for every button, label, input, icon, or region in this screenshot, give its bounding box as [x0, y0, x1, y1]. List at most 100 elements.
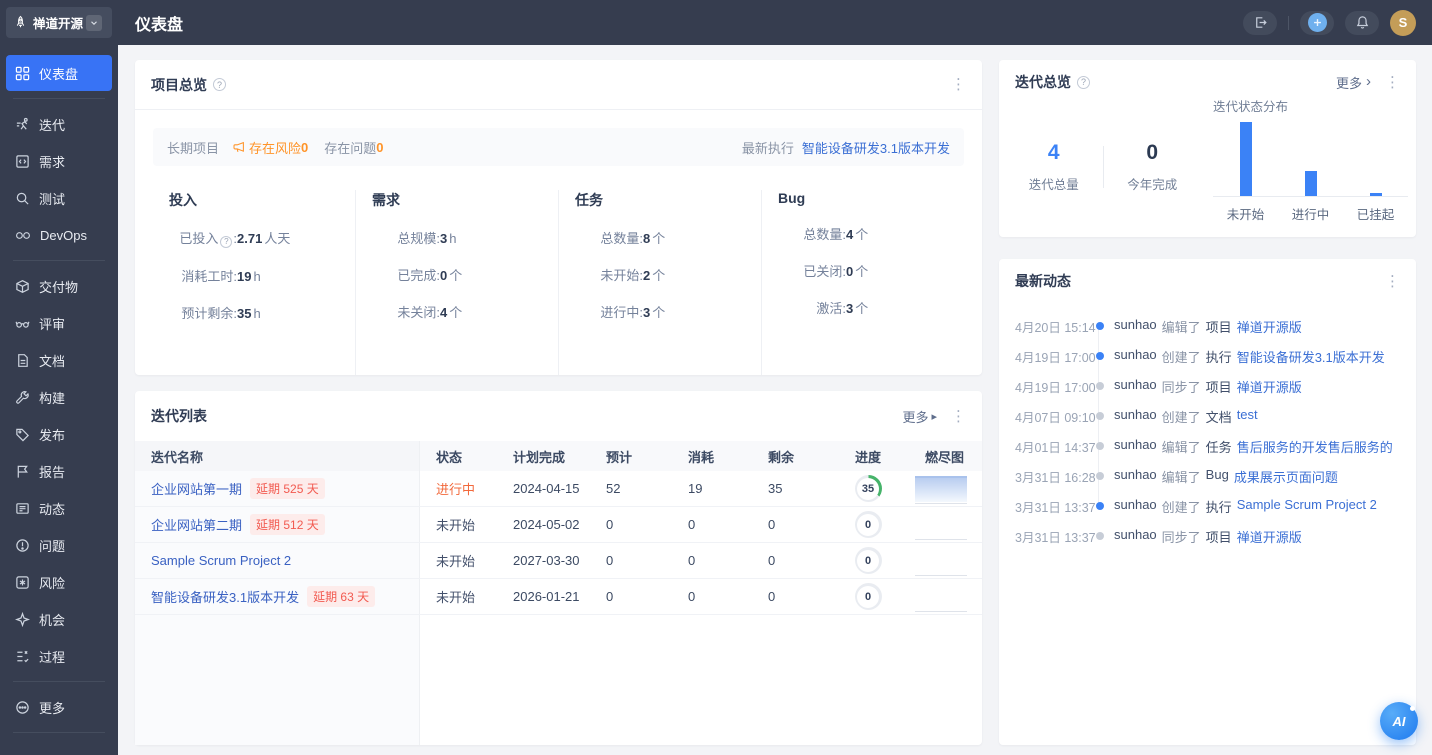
sidebar-item-story[interactable]: 需求	[0, 143, 118, 179]
sidebar-item-more[interactable]: 更多	[0, 689, 118, 725]
status-bar-label: 未开始	[1213, 204, 1278, 223]
iteration-link[interactable]: 智能设备研发3.1版本开发	[151, 587, 299, 606]
iteration-link[interactable]: 企业网站第一期	[151, 479, 242, 498]
feed-item: 3月31日 16:28 sunhao 编辑了 Bug 成果展示页面问题	[1015, 461, 1402, 491]
feed-time: 4月01日 14:37	[1015, 437, 1092, 456]
activity-feed-panel: 最新动态 4月20日 15:14 sunhao 编辑了 项目 禅道开源版	[999, 259, 1416, 745]
more-link[interactable]: 更多	[1336, 73, 1371, 92]
package-icon	[15, 279, 30, 294]
feed-item: 4月19日 17:00 sunhao 创建了 执行 智能设备研发3.1版本开发	[1015, 341, 1402, 371]
progress-ring: 0	[855, 583, 882, 610]
iteration-row[interactable]: 智能设备研发3.1版本开发 延期 63 天 未开始 2026-01-21 0 0…	[135, 579, 982, 615]
iteration-row[interactable]: 企业网站第二期 延期 512 天 未开始 2024-05-02 0 0 0 0	[135, 507, 982, 543]
sidebar-divider	[13, 260, 105, 261]
stat-total-iterations: 4 迭代总量	[1005, 141, 1103, 193]
feed-object-link[interactable]: test	[1237, 407, 1258, 426]
sidebar-item-opportunity[interactable]: 机会	[0, 601, 118, 637]
sidebar-item-deliverable[interactable]: 交付物	[0, 268, 118, 304]
more-link[interactable]: 更多	[902, 407, 937, 426]
test-icon	[15, 191, 30, 206]
devops-icon	[15, 228, 31, 243]
kebab-menu[interactable]	[951, 77, 966, 92]
sidebar-item-dashboard[interactable]: 仪表盘	[6, 55, 112, 91]
document-icon	[15, 353, 30, 368]
delay-badge: 延期 512 天	[250, 514, 325, 535]
sidebar-item-release[interactable]: 发布	[0, 416, 118, 452]
workspace-switcher[interactable]: 禅道开源	[6, 7, 112, 38]
iteration-row[interactable]: Sample Scrum Project 2 未开始 2027-03-30 0 …	[135, 543, 982, 579]
feed-item: 3月31日 13:37 sunhao 同步了 项目 禅道开源版	[1015, 521, 1402, 551]
feed-dot	[1096, 382, 1104, 390]
kebab-menu[interactable]	[1385, 75, 1400, 90]
notifications-button[interactable]	[1345, 11, 1379, 35]
rocket-icon	[13, 15, 28, 30]
topbar-divider	[1288, 16, 1289, 30]
feed-time: 3月31日 16:28	[1015, 467, 1092, 486]
feed-dot	[1096, 502, 1104, 510]
sidebar-divider	[13, 681, 105, 682]
sidebar-item-sprint[interactable]: 迭代	[0, 106, 118, 142]
table-empty-area	[135, 615, 982, 745]
feed-object-link[interactable]: Sample Scrum Project 2	[1237, 497, 1377, 516]
feed-dot	[1096, 442, 1104, 450]
sidebar-item-risk[interactable]: 风险	[0, 564, 118, 600]
sidebar-item-process[interactable]: 过程	[0, 638, 118, 674]
ellipsis-circle-icon	[15, 700, 30, 715]
sidebar-item-build[interactable]: 构建	[0, 379, 118, 415]
iteration-row[interactable]: 企业网站第一期 延期 525 天 进行中 2024-04-15 52 19 35…	[135, 471, 982, 507]
ai-assistant-button[interactable]: AI	[1380, 702, 1418, 740]
wrench-icon	[15, 390, 30, 405]
iteration-status-bars	[1213, 123, 1408, 197]
stat-group-story: 需求 总规模3h 已完成0个 未	[355, 190, 558, 375]
feed-time: 3月31日 13:37	[1015, 527, 1092, 546]
stat-group-invest: 投入 已投入2.71人天 消耗工时19h	[153, 190, 355, 375]
help-icon[interactable]	[220, 236, 232, 248]
feed-item: 4月07日 09:10 sunhao 创建了 文档 test	[1015, 401, 1402, 431]
feed-object-link[interactable]: 禅道开源版	[1237, 317, 1302, 336]
estimate-hours: 0	[590, 517, 672, 532]
sidebar-item-review[interactable]: 评审	[0, 305, 118, 341]
sidebar-item-devops[interactable]: DevOps	[0, 217, 118, 253]
iteration-overview-panel: 迭代总览 更多 4 迭代总量 0 今年完成	[999, 60, 1416, 237]
export-button[interactable]	[1243, 11, 1277, 35]
help-icon[interactable]	[213, 78, 226, 91]
help-icon[interactable]	[1077, 76, 1090, 89]
feed-object-link[interactable]: 售后服务的开发售后服务的	[1237, 437, 1393, 456]
feed-object-link[interactable]: 禅道开源版	[1237, 527, 1302, 546]
sidebar-item-doc[interactable]: 文档	[0, 342, 118, 378]
sprint-icon	[15, 117, 30, 132]
status-bar-label: 进行中	[1278, 204, 1343, 223]
feed-dot	[1096, 472, 1104, 480]
feed-time: 4月19日 17:00	[1015, 377, 1092, 396]
progress-ring: 35	[855, 475, 882, 502]
due-date: 2024-04-15	[497, 481, 590, 496]
chevron-down-icon[interactable]	[86, 15, 102, 31]
burndown-chart	[915, 584, 967, 612]
create-button[interactable]	[1300, 11, 1334, 35]
iteration-status-chart: 迭代状态分布 未开始进行中已挂起	[1213, 96, 1408, 223]
status-text: 进行中	[436, 479, 475, 498]
status-bar	[1278, 123, 1343, 196]
progress-ring: 0	[855, 511, 882, 538]
iteration-link[interactable]: Sample Scrum Project 2	[151, 553, 291, 568]
burndown-chart	[915, 548, 967, 576]
feed-object-type: Bug	[1206, 467, 1229, 486]
kebab-menu[interactable]	[1385, 274, 1400, 289]
feed-action: 同步了	[1162, 377, 1201, 396]
feed-object-type: 文档	[1206, 407, 1232, 426]
feed-dot	[1096, 322, 1104, 330]
avatar[interactable]: S	[1390, 10, 1416, 36]
feed-user: sunhao	[1114, 317, 1157, 336]
sidebar-item-issue[interactable]: 问题	[0, 527, 118, 563]
sidebar-item-report[interactable]: 报告	[0, 453, 118, 489]
project-overview-title: 项目总览	[151, 75, 207, 95]
feed-object-link[interactable]: 成果展示页面问题	[1234, 467, 1338, 486]
feed-object-link[interactable]: 禅道开源版	[1237, 377, 1302, 396]
sidebar-item-dynamic[interactable]: 动态	[0, 490, 118, 526]
feed-object-link[interactable]: 智能设备研发3.1版本开发	[1237, 347, 1385, 366]
latest-exec-link[interactable]: 智能设备研发3.1版本开发	[802, 138, 950, 157]
kebab-menu[interactable]	[951, 409, 966, 424]
sidebar-item-test[interactable]: 测试	[0, 180, 118, 216]
feed-action: 编辑了	[1162, 467, 1201, 486]
iteration-link[interactable]: 企业网站第二期	[151, 515, 242, 534]
